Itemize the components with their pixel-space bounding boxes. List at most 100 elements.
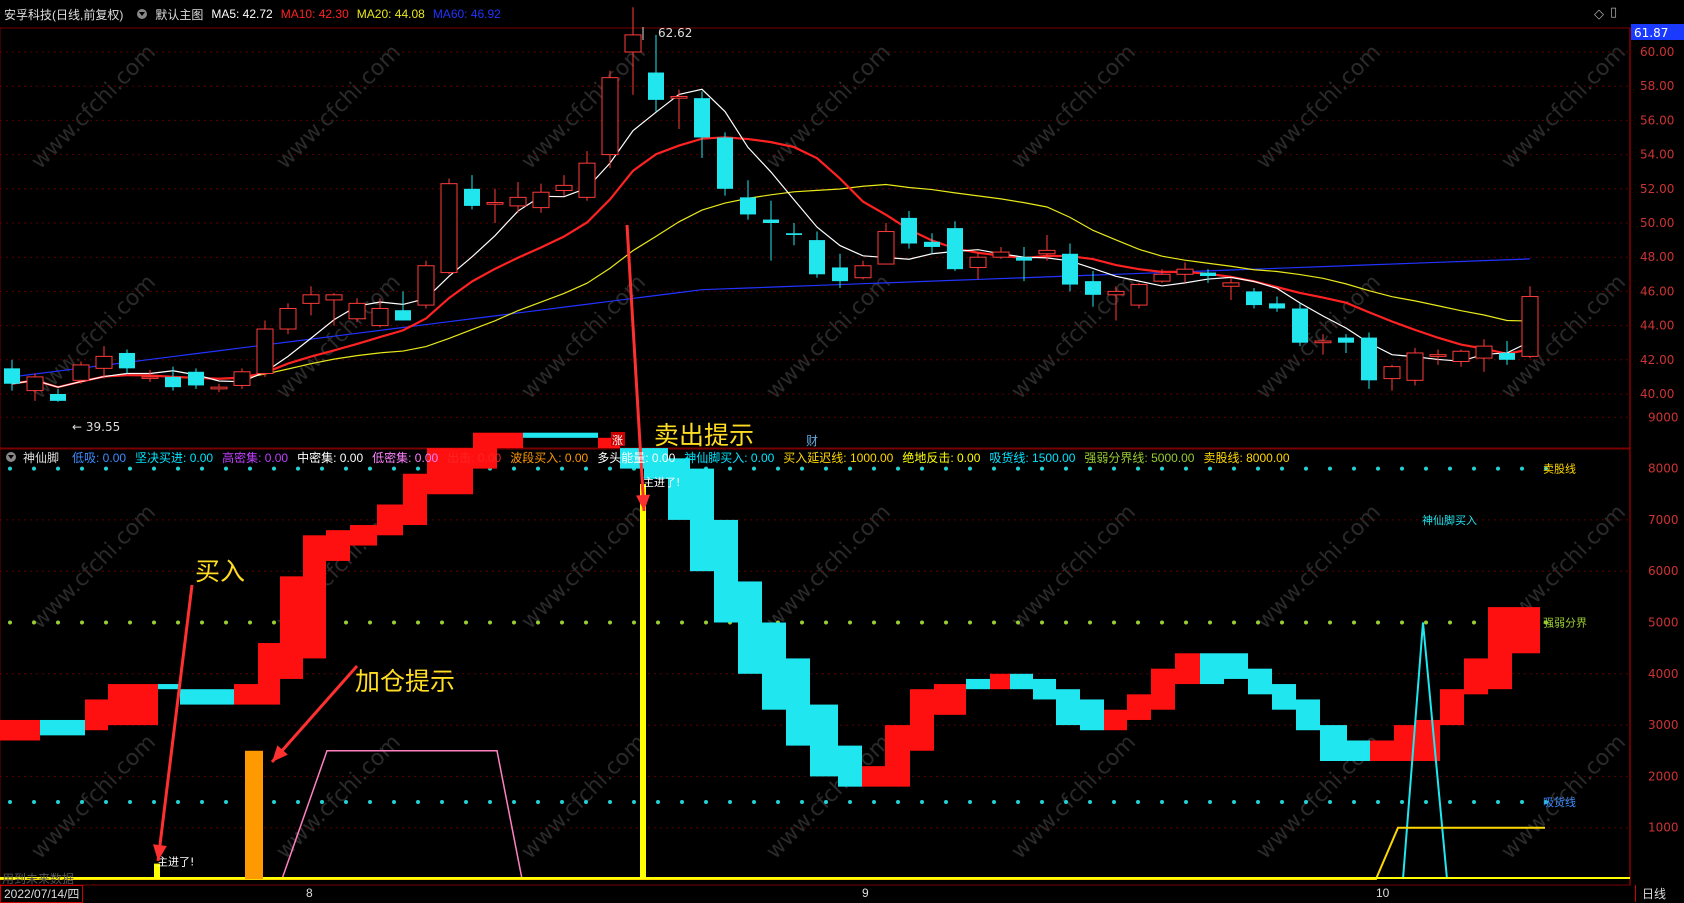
- reference-dot: [1064, 620, 1068, 625]
- candle-body: [901, 217, 917, 244]
- reference-dot: [1016, 620, 1020, 625]
- candle-body: [464, 188, 480, 206]
- indicator-value: 多头能量: 0.00: [597, 450, 676, 465]
- reference-dot: [872, 800, 876, 805]
- reference-dot: [560, 466, 564, 471]
- candle-body: [969, 256, 987, 268]
- reference-dot: [608, 466, 612, 471]
- reference-dot: [8, 466, 12, 471]
- main-chart-selector[interactable]: 默认主图: [155, 6, 203, 23]
- period-selector[interactable]: 日线: [1634, 885, 1666, 902]
- reference-dot: [464, 800, 468, 805]
- chart-menu-icon[interactable]: [137, 9, 148, 19]
- diamond-icon[interactable]: ◇: [1594, 6, 1604, 22]
- candle-body: [1038, 249, 1056, 255]
- candle-body: [1176, 268, 1194, 275]
- reference-dot: [1376, 466, 1380, 471]
- candle-body: [854, 265, 872, 279]
- candle-body: [1085, 281, 1101, 295]
- reference-dot: [512, 466, 516, 471]
- reference-dot: [1136, 466, 1140, 471]
- reference-dot: [152, 620, 156, 625]
- reference-dot: [992, 466, 996, 471]
- reference-dot: [536, 800, 540, 805]
- reference-dot: [296, 466, 300, 471]
- indicator-block: [1151, 668, 1175, 710]
- indicator-name[interactable]: 神仙脚: [23, 449, 59, 466]
- reference-dot: [968, 800, 972, 805]
- reference-dot: [920, 466, 924, 471]
- indicator-block: [1033, 678, 1056, 700]
- price-tick: 44.00: [1640, 319, 1674, 333]
- price-tick: 54.00: [1640, 148, 1674, 162]
- reference-dot: [224, 620, 228, 625]
- add-position-bar: [245, 750, 263, 879]
- reference-dot: [272, 800, 276, 805]
- reference-dot: [80, 466, 84, 471]
- reference-dot: [728, 466, 732, 471]
- arrow-line: [156, 584, 194, 862]
- reference-dot: [896, 620, 900, 625]
- candle-body: [1016, 257, 1032, 261]
- indicator-block: [1056, 689, 1080, 726]
- reference-dot: [992, 620, 996, 625]
- ma10-label: MA10: 42.30: [280, 7, 349, 21]
- reference-dot: [1136, 620, 1140, 625]
- indicator-block: [549, 432, 598, 438]
- reference-dot: [104, 620, 108, 625]
- indicator-block: [910, 689, 934, 751]
- reference-dot: [1424, 620, 1428, 625]
- reference-dot: [1184, 466, 1188, 471]
- vertical-bar-icon[interactable]: ▯: [1610, 4, 1617, 20]
- month-label: 9: [862, 886, 869, 900]
- reference-dot: [1304, 800, 1308, 805]
- reference-dot: [32, 466, 36, 471]
- reference-dot: [32, 800, 36, 805]
- candle-body: [486, 201, 504, 205]
- reference-dot: [824, 466, 828, 471]
- reference-dot: [1160, 620, 1164, 625]
- price-tick: 46.00: [1640, 284, 1674, 298]
- reference-dot: [584, 620, 588, 625]
- candle-body: [210, 386, 228, 390]
- add-annotation: 加仓提示: [355, 667, 455, 696]
- candle-body: [417, 265, 435, 306]
- reference-dot: [104, 466, 108, 471]
- candle-body: [555, 184, 573, 192]
- reference-dot: [368, 800, 372, 805]
- reference-dot: [344, 800, 348, 805]
- reference-dot: [1256, 620, 1260, 625]
- candle-body: [648, 72, 664, 100]
- reference-dot: [1328, 800, 1332, 805]
- candle-body: [1314, 340, 1332, 344]
- candle-body: [947, 228, 963, 270]
- watermark-text: www.cfchi.com: [762, 40, 896, 174]
- indicator-block: [303, 535, 326, 659]
- candle-body: [578, 162, 596, 198]
- reference-dot: [1112, 466, 1116, 471]
- reference-dot: [944, 800, 948, 805]
- reference-dot: [536, 620, 540, 625]
- reference-dot: [848, 620, 852, 625]
- reference-dot: [800, 466, 804, 471]
- candle-body: [1246, 291, 1262, 306]
- reference-dot: [776, 466, 780, 471]
- indicator-block: [85, 699, 108, 731]
- candle-body: [1499, 352, 1515, 360]
- reference-label: 吸货线: [1543, 795, 1576, 809]
- reference-dot: [1520, 466, 1524, 471]
- stock-title[interactable]: 安孚科技(日线,前复权): [4, 6, 123, 23]
- reference-dot: [944, 466, 948, 471]
- indicator-value: 卖股线: 8000.00: [1203, 450, 1290, 465]
- indicator-value: 强弱分界线: 5000.00: [1084, 450, 1195, 465]
- reference-dot: [392, 800, 396, 805]
- time-axis-bar: 2022/07/14/四 8 9 10 日线: [0, 885, 1684, 903]
- reference-dot: [320, 800, 324, 805]
- reference-dot: [416, 800, 420, 805]
- watermark-text: www.cfchi.com: [517, 730, 651, 864]
- watermark-text: www.cfchi.com: [272, 40, 406, 174]
- indicator-menu-icon[interactable]: [6, 452, 16, 462]
- reference-dot: [440, 800, 444, 805]
- reference-dot: [560, 620, 564, 625]
- axes: 60.00 58.00 56.00 54.00 52.00 50.00 48.00 46.00…: [1631, 24, 1684, 835]
